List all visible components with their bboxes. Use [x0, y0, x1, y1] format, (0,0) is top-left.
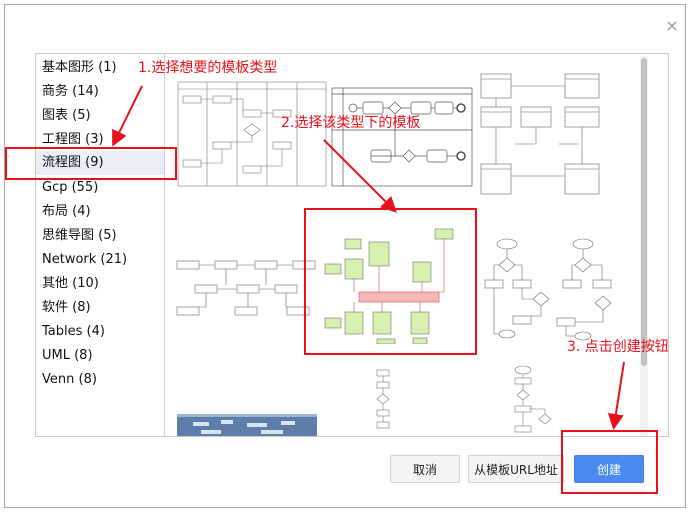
arrow-step3	[607, 361, 625, 430]
arrow-step2	[323, 139, 397, 213]
arrow-step1	[112, 85, 143, 147]
annotation-arrows	[112, 85, 625, 430]
